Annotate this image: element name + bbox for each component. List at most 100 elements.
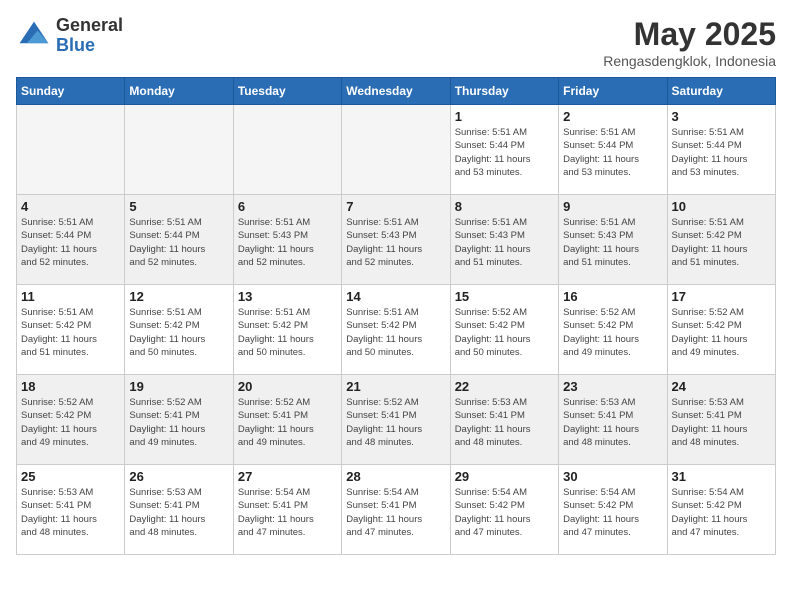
calendar-cell: 21 Sunrise: 5:52 AM Sunset: 5:41 PM Dayli…	[342, 375, 450, 465]
day-number: 12	[129, 289, 228, 304]
day-info: Sunrise: 5:51 AM Sunset: 5:42 PM Dayligh…	[238, 306, 337, 359]
day-info: Sunrise: 5:51 AM Sunset: 5:44 PM Dayligh…	[455, 126, 554, 179]
calendar-cell: 4 Sunrise: 5:51 AM Sunset: 5:44 PM Daylig…	[17, 195, 125, 285]
calendar-cell	[125, 105, 233, 195]
calendar-cell: 5 Sunrise: 5:51 AM Sunset: 5:44 PM Daylig…	[125, 195, 233, 285]
calendar-cell: 30 Sunrise: 5:54 AM Sunset: 5:42 PM Dayli…	[559, 465, 667, 555]
day-number: 16	[563, 289, 662, 304]
logo-icon	[16, 18, 52, 54]
calendar-cell: 28Sunrise: 5:54 AM Sunset: 5:41 PM Dayli…	[342, 465, 450, 555]
day-number: 2	[563, 109, 662, 124]
day-number: 30	[563, 469, 662, 484]
calendar-cell: 10 Sunrise: 5:51 AM Sunset: 5:42 PM Dayli…	[667, 195, 775, 285]
calendar-cell: 25 Sunrise: 5:53 AM Sunset: 5:41 PM Dayli…	[17, 465, 125, 555]
day-number: 19	[129, 379, 228, 394]
calendar-cell: 23 Sunrise: 5:53 AM Sunset: 5:41 PM Dayli…	[559, 375, 667, 465]
day-info: Sunrise: 5:52 AM Sunset: 5:42 PM Dayligh…	[455, 306, 554, 359]
day-number: 24	[672, 379, 771, 394]
day-number: 20	[238, 379, 337, 394]
day-number: 5	[129, 199, 228, 214]
calendar-cell: 1 Sunrise: 5:51 AM Sunset: 5:44 PM Daylig…	[450, 105, 558, 195]
day-info: Sunrise: 5:51 AM Sunset: 5:44 PM Dayligh…	[21, 216, 120, 269]
day-number: 21	[346, 379, 445, 394]
calendar-cell	[342, 105, 450, 195]
day-number: 22	[455, 379, 554, 394]
calendar-cell: 17 Sunrise: 5:52 AM Sunset: 5:42 PM Dayli…	[667, 285, 775, 375]
day-info: Sunrise: 5:51 AM Sunset: 5:42 PM Dayligh…	[672, 216, 771, 269]
calendar-cell: 27Sunrise: 5:54 AM Sunset: 5:41 PM Dayli…	[233, 465, 341, 555]
day-number: 29	[455, 469, 554, 484]
day-info: Sunrise: 5:53 AM Sunset: 5:41 PM Dayligh…	[672, 396, 771, 449]
location: Rengasdengklok, Indonesia	[603, 53, 776, 69]
day-info: Sunrise: 5:51 AM Sunset: 5:44 PM Dayligh…	[563, 126, 662, 179]
calendar-cell: 3 Sunrise: 5:51 AM Sunset: 5:44 PM Daylig…	[667, 105, 775, 195]
week-row-3: 11 Sunrise: 5:51 AM Sunset: 5:42 PM Dayli…	[17, 285, 776, 375]
day-info: Sunrise: 5:52 AM Sunset: 5:41 PM Dayligh…	[346, 396, 445, 449]
day-info: Sunrise: 5:54 AM Sunset: 5:42 PM Dayligh…	[672, 486, 771, 539]
weekday-header-sunday: Sunday	[17, 78, 125, 105]
calendar-cell: 11 Sunrise: 5:51 AM Sunset: 5:42 PM Dayli…	[17, 285, 125, 375]
day-info: Sunrise: 5:51 AM Sunset: 5:42 PM Dayligh…	[21, 306, 120, 359]
day-info: Sunrise: 5:53 AM Sunset: 5:41 PM Dayligh…	[129, 486, 228, 539]
day-number: 27	[238, 469, 337, 484]
calendar-cell: 31 Sunrise: 5:54 AM Sunset: 5:42 PM Dayli…	[667, 465, 775, 555]
day-number: 23	[563, 379, 662, 394]
day-info: Sunrise: 5:52 AM Sunset: 5:42 PM Dayligh…	[563, 306, 662, 359]
day-info: Sunrise: 5:51 AM Sunset: 5:43 PM Dayligh…	[455, 216, 554, 269]
weekday-header-row: SundayMondayTuesdayWednesdayThursdayFrid…	[17, 78, 776, 105]
weekday-header-thursday: Thursday	[450, 78, 558, 105]
calendar-cell: 9 Sunrise: 5:51 AM Sunset: 5:43 PM Daylig…	[559, 195, 667, 285]
day-info: Sunrise: 5:54 AM Sunset: 5:41 PM Dayligh…	[346, 486, 445, 539]
weekday-header-saturday: Saturday	[667, 78, 775, 105]
day-info: Sunrise: 5:54 AM Sunset: 5:42 PM Dayligh…	[563, 486, 662, 539]
day-number: 25	[21, 469, 120, 484]
week-row-2: 4 Sunrise: 5:51 AM Sunset: 5:44 PM Daylig…	[17, 195, 776, 285]
day-number: 4	[21, 199, 120, 214]
day-info: Sunrise: 5:51 AM Sunset: 5:44 PM Dayligh…	[672, 126, 771, 179]
day-number: 6	[238, 199, 337, 214]
day-info: Sunrise: 5:51 AM Sunset: 5:43 PM Dayligh…	[563, 216, 662, 269]
day-info: Sunrise: 5:54 AM Sunset: 5:42 PM Dayligh…	[455, 486, 554, 539]
week-row-4: 18 Sunrise: 5:52 AM Sunset: 5:42 PM Dayli…	[17, 375, 776, 465]
logo: General Blue	[16, 16, 123, 56]
calendar-cell	[17, 105, 125, 195]
calendar-cell: 12 Sunrise: 5:51 AM Sunset: 5:42 PM Dayli…	[125, 285, 233, 375]
weekday-header-wednesday: Wednesday	[342, 78, 450, 105]
day-number: 10	[672, 199, 771, 214]
day-number: 3	[672, 109, 771, 124]
day-number: 14	[346, 289, 445, 304]
day-number: 26	[129, 469, 228, 484]
day-info: Sunrise: 5:53 AM Sunset: 5:41 PM Dayligh…	[21, 486, 120, 539]
calendar-cell: 7Sunrise: 5:51 AM Sunset: 5:43 PM Daylig…	[342, 195, 450, 285]
calendar-cell: 13Sunrise: 5:51 AM Sunset: 5:42 PM Dayli…	[233, 285, 341, 375]
logo-text: General Blue	[56, 16, 123, 56]
day-number: 18	[21, 379, 120, 394]
day-number: 8	[455, 199, 554, 214]
day-number: 31	[672, 469, 771, 484]
calendar-cell: 14Sunrise: 5:51 AM Sunset: 5:42 PM Dayli…	[342, 285, 450, 375]
logo-blue: Blue	[56, 36, 123, 56]
calendar-cell: 15 Sunrise: 5:52 AM Sunset: 5:42 PM Dayli…	[450, 285, 558, 375]
day-info: Sunrise: 5:53 AM Sunset: 5:41 PM Dayligh…	[455, 396, 554, 449]
day-info: Sunrise: 5:52 AM Sunset: 5:41 PM Dayligh…	[238, 396, 337, 449]
day-info: Sunrise: 5:51 AM Sunset: 5:44 PM Dayligh…	[129, 216, 228, 269]
calendar-cell: 8 Sunrise: 5:51 AM Sunset: 5:43 PM Daylig…	[450, 195, 558, 285]
day-number: 15	[455, 289, 554, 304]
day-number: 11	[21, 289, 120, 304]
calendar-cell: 24 Sunrise: 5:53 AM Sunset: 5:41 PM Dayli…	[667, 375, 775, 465]
day-info: Sunrise: 5:52 AM Sunset: 5:42 PM Dayligh…	[21, 396, 120, 449]
calendar: SundayMondayTuesdayWednesdayThursdayFrid…	[16, 77, 776, 555]
logo-general: General	[56, 16, 123, 36]
day-number: 1	[455, 109, 554, 124]
day-info: Sunrise: 5:52 AM Sunset: 5:42 PM Dayligh…	[672, 306, 771, 359]
day-info: Sunrise: 5:53 AM Sunset: 5:41 PM Dayligh…	[563, 396, 662, 449]
day-number: 9	[563, 199, 662, 214]
day-info: Sunrise: 5:51 AM Sunset: 5:42 PM Dayligh…	[129, 306, 228, 359]
calendar-cell: 19Sunrise: 5:52 AM Sunset: 5:41 PM Dayli…	[125, 375, 233, 465]
calendar-cell: 2 Sunrise: 5:51 AM Sunset: 5:44 PM Daylig…	[559, 105, 667, 195]
day-number: 17	[672, 289, 771, 304]
calendar-cell: 16 Sunrise: 5:52 AM Sunset: 5:42 PM Dayli…	[559, 285, 667, 375]
day-info: Sunrise: 5:51 AM Sunset: 5:43 PM Dayligh…	[238, 216, 337, 269]
calendar-cell: 22 Sunrise: 5:53 AM Sunset: 5:41 PM Dayli…	[450, 375, 558, 465]
day-number: 7	[346, 199, 445, 214]
